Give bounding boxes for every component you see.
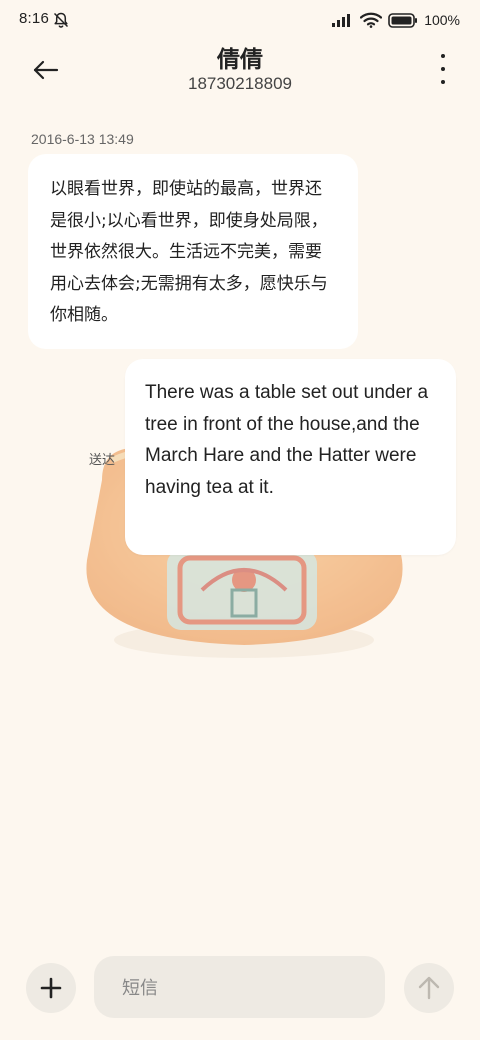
battery-icon xyxy=(388,12,418,28)
outgoing-message-bubble[interactable]: There was a table set out under a tree i… xyxy=(125,359,456,555)
contact-name: 倩倩 xyxy=(217,47,263,73)
more-options-button[interactable] xyxy=(436,54,450,84)
messaging-screen: 8:16 100% 倩倩 18730218809 2016-6-13 13:49… xyxy=(0,0,480,1040)
delivery-status: 送达 xyxy=(89,453,116,468)
add-attachment-button[interactable] xyxy=(26,963,76,1013)
conversation-header: 倩倩 18730218809 xyxy=(0,40,480,100)
outgoing-message-text: There was a table set out under a tree i… xyxy=(145,382,429,498)
more-vert-icon xyxy=(441,54,445,58)
plus-icon xyxy=(40,977,62,999)
bell-muted-icon xyxy=(53,12,69,28)
contact-number: 18730218809 xyxy=(187,74,292,93)
message-timestamp: 2016-6-13 13:49 xyxy=(31,131,134,147)
message-input[interactable]: 短信 xyxy=(94,956,385,1018)
status-indicators: 100% xyxy=(332,10,460,30)
signal-icon xyxy=(332,14,351,27)
incoming-message-bubble[interactable]: 以眼看世界，即使站的最高，世界还是很小;以心看世界，即使身处局限，世界依然很大。… xyxy=(28,154,358,349)
battery-percentage: 100% xyxy=(424,12,460,28)
status-bar: 8:16 100% xyxy=(0,0,480,40)
send-button[interactable] xyxy=(404,963,454,1013)
incoming-message-text: 以眼看世界，即使站的最高，世界还是很小;以心看世界，即使身处局限，世界依然很大。… xyxy=(50,179,328,325)
message-input-placeholder: 短信 xyxy=(122,978,158,999)
send-arrow-icon xyxy=(418,976,440,1000)
status-time: 8:16 xyxy=(19,10,49,27)
wifi-icon xyxy=(360,12,383,28)
